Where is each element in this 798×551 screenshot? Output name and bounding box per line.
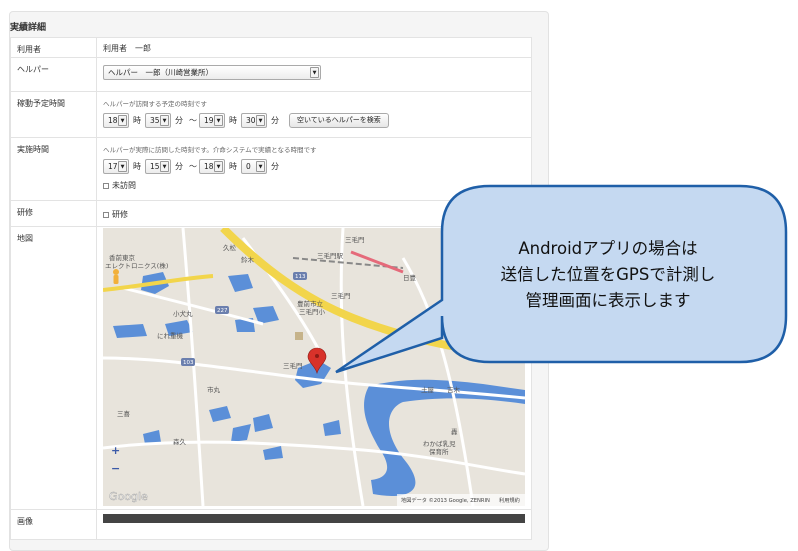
- actual-end-hour-select[interactable]: 18 ▼: [199, 159, 225, 174]
- row-user: 利用者 利用者 一郎: [10, 37, 532, 58]
- svg-text:にれ重機: にれ重機: [157, 331, 184, 340]
- street-view-pegman-icon: [113, 269, 119, 284]
- label-training: 研修: [10, 200, 97, 227]
- google-logo: Google: [109, 490, 148, 503]
- svg-text:113: 113: [295, 274, 306, 280]
- svg-text:森久: 森久: [173, 437, 187, 446]
- chevron-down-icon: ▼: [160, 115, 169, 126]
- user-name: 利用者 一郎: [103, 44, 151, 53]
- svg-text:三毛門: 三毛門: [283, 361, 303, 370]
- chevron-down-icon: ▼: [214, 161, 223, 172]
- label-user: 利用者: [10, 37, 97, 58]
- checkbox-icon: [103, 211, 109, 218]
- svg-text:香前東京: 香前東京: [109, 253, 136, 262]
- planned-start-min-select[interactable]: 35 ▼: [145, 113, 171, 128]
- svg-text:小犬丸: 小犬丸: [173, 309, 193, 318]
- terms-link[interactable]: 利用規約: [499, 496, 520, 504]
- chevron-down-icon: ▼: [256, 115, 265, 126]
- photo-preview[interactable]: [103, 514, 525, 523]
- row-actual: 実施時間 ヘルパーが実際に訪問した時刻です。介命システムで実績となる時間です 1…: [10, 137, 532, 201]
- label-planned: 稼動予定時間: [10, 91, 97, 138]
- training-checkbox[interactable]: 研修: [103, 210, 128, 219]
- checkbox-icon: [103, 182, 109, 189]
- label-image: 画像: [10, 509, 97, 540]
- panel-title: 実績詳細: [10, 23, 47, 33]
- actual-end-min-select[interactable]: 0 ▼: [241, 159, 267, 174]
- chevron-down-icon: ▼: [160, 161, 169, 172]
- row-map: 地図 香前東京 エレクトロニクス(株) 小犬丸 にれ重機 三毛門駅 三毛門 豊前…: [10, 226, 532, 510]
- not-visited-checkbox[interactable]: 未訪問: [103, 180, 531, 191]
- svg-text:三毛門: 三毛門: [331, 291, 351, 300]
- search-helper-button[interactable]: 空いているヘルパーを検索: [289, 113, 389, 128]
- callout-line-1: Androidアプリの場合は: [518, 239, 698, 258]
- svg-text:吉木: 吉木: [447, 385, 461, 394]
- school-icon: [295, 332, 303, 340]
- helper-select[interactable]: ヘルパー 一郎（川崎営業所） ▼: [103, 65, 321, 80]
- chevron-down-icon: ▼: [256, 161, 265, 172]
- svg-text:103: 103: [183, 360, 194, 366]
- actual-start-min-select[interactable]: 15 ▼: [145, 159, 171, 174]
- chevron-down-icon: ▼: [214, 115, 223, 126]
- row-planned: 稼動予定時間 ヘルパーが訪問する予定の時刻です 18 ▼ 時 35 ▼ 分〜 19 ▼ 時 30 ▼…: [10, 91, 532, 138]
- svg-text:三毛門小: 三毛門小: [299, 307, 326, 316]
- callout-text: Androidアプリの場合は 送信した位置をGPSで計測し 管理画面に表示します: [458, 236, 758, 314]
- zoom-out-button[interactable]: −: [111, 462, 120, 475]
- row-helper: ヘルパー ヘルパー 一郎（川崎営業所） ▼: [10, 57, 532, 92]
- chevron-down-icon: ▼: [118, 115, 127, 126]
- details-table: 利用者 利用者 一郎 ヘルパー ヘルパー 一郎（川崎営業所） ▼ 稼動予定時間 …: [10, 37, 532, 540]
- chevron-down-icon: ▼: [118, 161, 127, 172]
- planned-end-hour-select[interactable]: 19 ▼: [199, 113, 225, 128]
- actual-hint: ヘルパーが実際に訪問した時刻です。介命システムで実績となる時間です: [103, 146, 317, 154]
- svg-text:市丸: 市丸: [207, 385, 221, 394]
- svg-text:227: 227: [217, 308, 228, 314]
- svg-text:久松: 久松: [223, 243, 237, 252]
- label-map: 地図: [10, 226, 97, 510]
- zoom-in-button[interactable]: +: [111, 444, 120, 457]
- map-attribution: 地図データ ©2013 Google, ZENRIN: [401, 496, 490, 504]
- callout-line-2: 送信した位置をGPSで計測し: [500, 265, 716, 284]
- label-helper: ヘルパー: [10, 57, 97, 92]
- actual-start-hour-select[interactable]: 17 ▼: [103, 159, 129, 174]
- svg-text:三毛門駅: 三毛門駅: [317, 251, 344, 260]
- svg-text:鈴木: 鈴木: [241, 255, 255, 264]
- svg-text:わかば乳児: わかば乳児: [423, 439, 456, 448]
- callout-line-3: 管理画面に表示します: [525, 291, 691, 310]
- label-actual: 実施時間: [10, 137, 97, 201]
- svg-text:三喜: 三喜: [117, 409, 131, 418]
- row-image: 画像: [10, 509, 532, 540]
- svg-text:轟: 轟: [451, 427, 458, 436]
- svg-text:土屋: 土屋: [421, 385, 435, 394]
- planned-end-min-select[interactable]: 30 ▼: [241, 113, 267, 128]
- svg-text:豊前市立: 豊前市立: [297, 299, 324, 308]
- planned-hint: ヘルパーが訪問する予定の時刻です: [103, 100, 207, 108]
- chevron-down-icon: ▼: [310, 67, 319, 78]
- svg-text:保育所: 保育所: [429, 447, 449, 456]
- svg-text:エレクトロニクス(株): エレクトロニクス(株): [105, 261, 168, 270]
- svg-text:三毛門: 三毛門: [345, 235, 365, 244]
- row-training: 研修 研修: [10, 200, 532, 227]
- svg-text:日豊: 日豊: [403, 273, 417, 282]
- planned-start-hour-select[interactable]: 18 ▼: [103, 113, 129, 128]
